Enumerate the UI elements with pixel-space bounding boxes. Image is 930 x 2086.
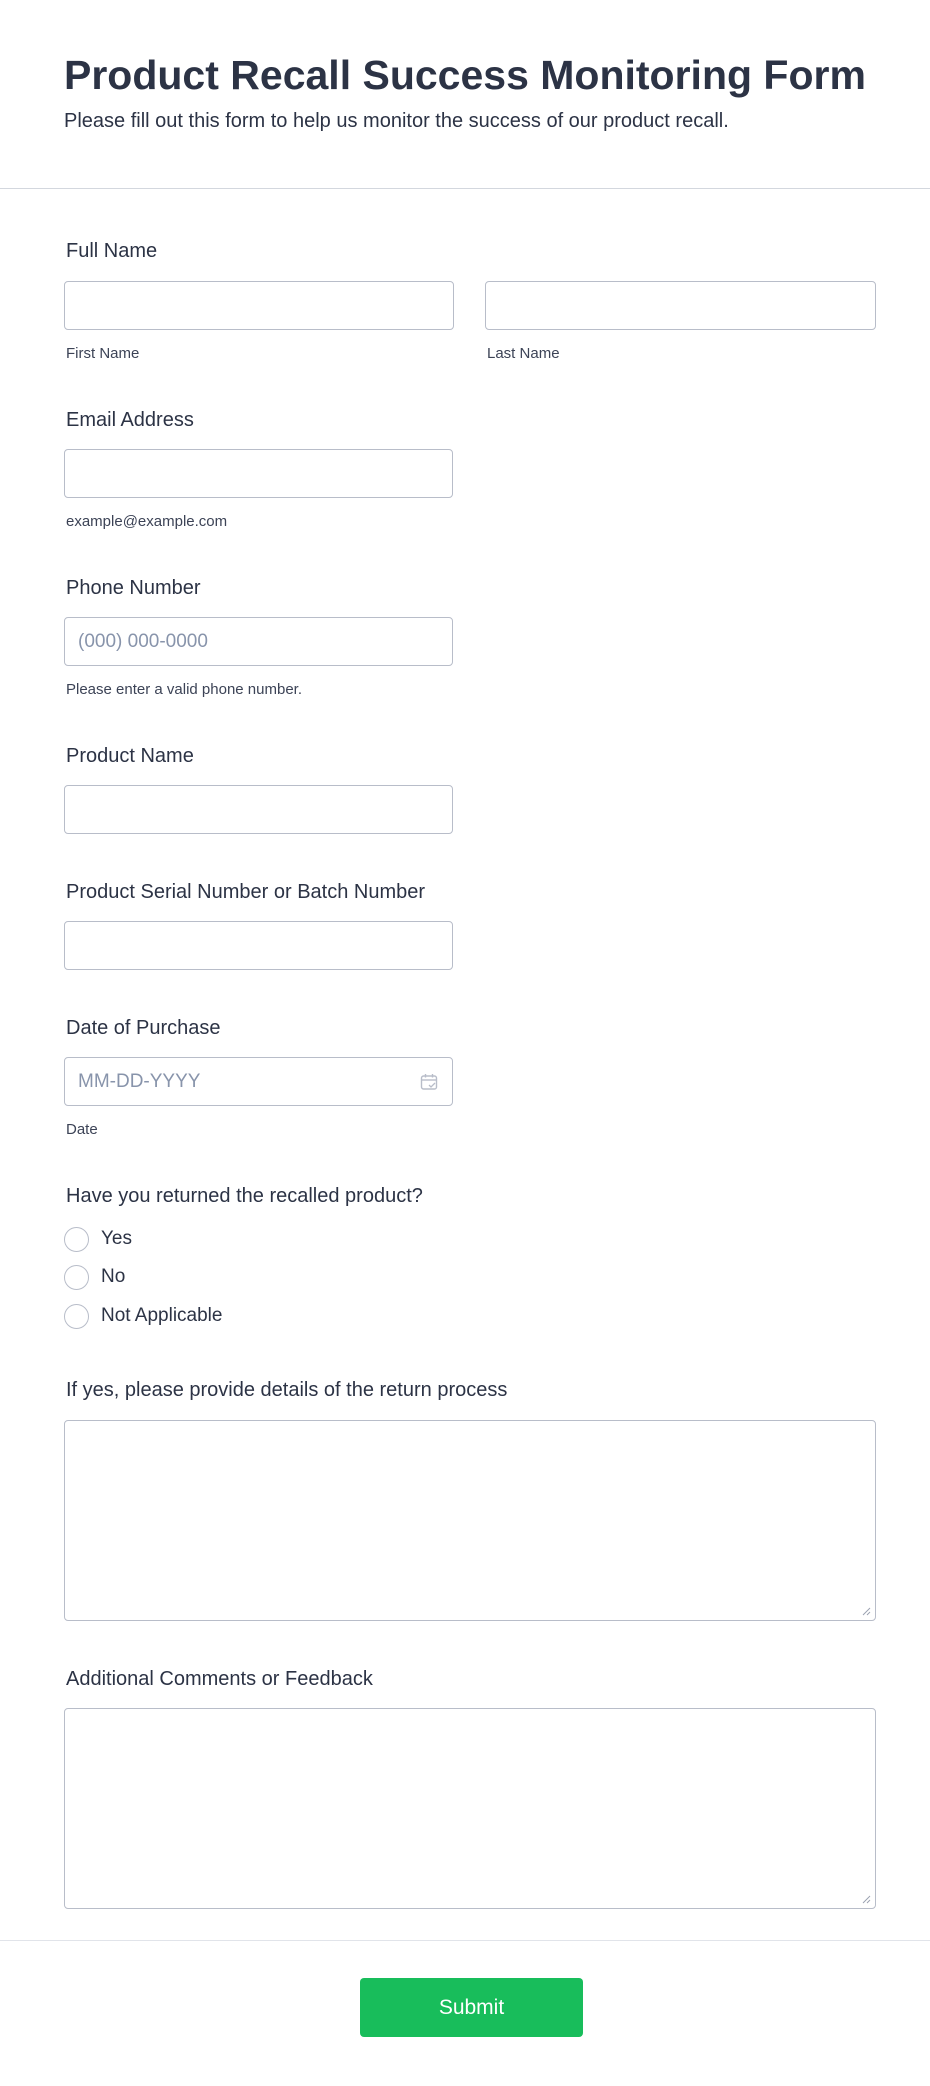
comments-textarea[interactable]	[64, 1708, 876, 1909]
serial-number-label: Product Serial Number or Batch Number	[66, 881, 426, 903]
full-name-label: Full Name	[66, 240, 158, 262]
date-sublabel: Date	[66, 1121, 98, 1138]
email-input[interactable]	[64, 449, 453, 498]
page-subtitle: Please fill out this form to help us mon…	[64, 110, 729, 132]
radio-label-not-applicable: Not Applicable	[101, 1305, 223, 1326]
product-name-label: Product Name	[66, 745, 194, 767]
submit-button[interactable]: Submit	[360, 1978, 583, 2037]
first-name-input[interactable]	[64, 281, 454, 330]
resize-handle-icon[interactable]	[861, 1606, 871, 1616]
last-name-sublabel: Last Name	[487, 345, 560, 362]
radio-label-yes: Yes	[101, 1228, 132, 1249]
date-input[interactable]: MM-DD-YYYY	[64, 1057, 453, 1106]
radio-button-no[interactable]	[64, 1264, 89, 1290]
radio-option-no[interactable]: No	[64, 1264, 125, 1290]
date-label: Date of Purchase	[66, 1017, 221, 1039]
comments-label: Additional Comments or Feedback	[66, 1668, 373, 1690]
phone-label: Phone Number	[66, 577, 201, 599]
phone-input[interactable]: (000) 000-0000	[64, 617, 453, 666]
email-label: Email Address	[66, 409, 194, 431]
calendar-icon[interactable]	[420, 1073, 438, 1091]
radio-button-yes[interactable]	[64, 1226, 89, 1252]
last-name-input[interactable]	[485, 281, 876, 330]
serial-number-input[interactable]	[64, 921, 453, 970]
first-name-sublabel: First Name	[66, 345, 140, 362]
form-page: Product Recall Success Monitoring Form P…	[0, 0, 930, 2086]
radio-label-no: No	[101, 1266, 126, 1287]
return-details-textarea[interactable]	[64, 1420, 876, 1621]
radio-button-not-applicable[interactable]	[64, 1303, 89, 1329]
footer-divider	[0, 1940, 930, 1941]
resize-handle-icon[interactable]	[861, 1894, 871, 1904]
product-name-input[interactable]	[64, 785, 453, 834]
page-title: Product Recall Success Monitoring Form	[64, 52, 866, 98]
return-details-label: If yes, please provide details of the re…	[66, 1379, 508, 1401]
form-header: Product Recall Success Monitoring Form P…	[0, 0, 930, 189]
email-sublabel: example@example.com	[66, 513, 228, 530]
radio-option-not-applicable[interactable]: Not Applicable	[64, 1303, 222, 1329]
returned-question-label: Have you returned the recalled product?	[66, 1185, 423, 1207]
date-placeholder: MM-DD-YYYY	[78, 1071, 201, 1092]
radio-option-yes[interactable]: Yes	[64, 1226, 132, 1252]
phone-sublabel: Please enter a valid phone number.	[66, 681, 302, 698]
